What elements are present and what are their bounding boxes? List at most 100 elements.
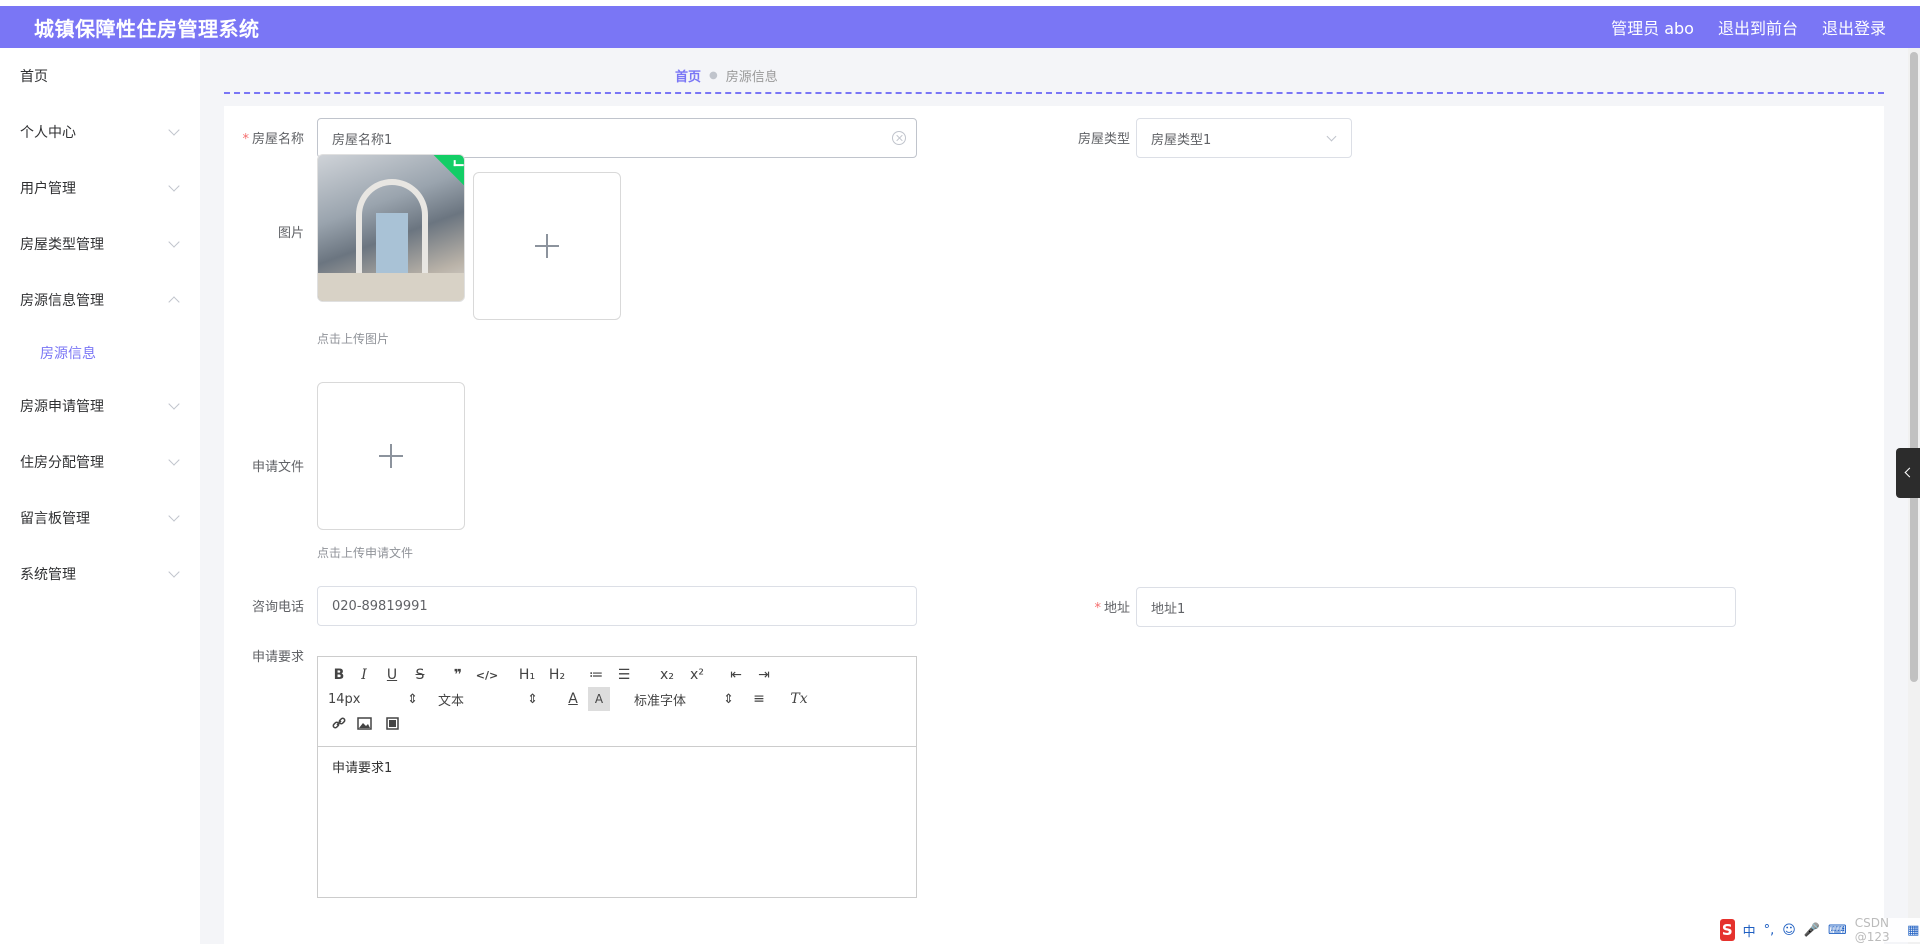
ime-language[interactable]: 中 (1743, 921, 1756, 940)
header-actions: 管理员 abo 退出到前台 退出登录 (1611, 15, 1886, 39)
font-family-select[interactable]: 标准字体 ⇕ (634, 687, 734, 711)
admin-username: 管理员 abo (1611, 19, 1694, 38)
sidebar-item-label: 用户管理 (20, 181, 76, 197)
apps-grid-icon[interactable]: ▦ (1907, 923, 1919, 938)
app-title: 城镇保障性住房管理系统 (34, 16, 260, 41)
phone-label: 咨询电话 (251, 600, 304, 615)
sidebar-item-label: 个人中心 (20, 125, 76, 141)
select-arrows-icon: ⇕ (527, 691, 538, 707)
background-color-button[interactable]: A (588, 687, 610, 711)
ime-punctuation[interactable]: °, (1764, 923, 1775, 938)
back-to-front-link[interactable]: 退出到前台 (1718, 15, 1798, 39)
address-label: * 地址 (1094, 601, 1130, 616)
emoji-icon[interactable]: ☺ (1782, 923, 1796, 938)
indent-button[interactable]: ⇥ (750, 663, 778, 687)
sidebar-item-label: 房屋类型管理 (20, 237, 104, 253)
sidebar-item-house-application-management[interactable]: 房源申请管理 (0, 378, 200, 434)
sidebar-item-house-info-management[interactable]: 房源信息管理 (0, 272, 200, 328)
file-label: 申请文件 (251, 460, 304, 475)
phone-value: 020-89819991 (332, 598, 428, 614)
subscript-button[interactable]: x₂ (652, 663, 682, 687)
sidebar-item-user-management[interactable]: 用户管理 (0, 160, 200, 216)
sidebar-item-system-management[interactable]: 系统管理 (0, 546, 200, 602)
main-content: 首页 ● 房源信息 * 房屋名称 房屋名称1 房屋类型 房屋类型1 图片 点击上传… (200, 48, 1920, 944)
uploaded-image-thumbnail[interactable] (317, 154, 465, 302)
italic-button[interactable]: I (350, 663, 378, 687)
page-scrollbar-thumb[interactable] (1910, 52, 1918, 682)
logout-link[interactable]: 退出登录 (1822, 15, 1886, 39)
microphone-icon[interactable]: 🎤 (1804, 923, 1820, 938)
house-info-form: * 房屋名称 房屋名称1 房屋类型 房屋类型1 图片 点击上传图片 申请文件 点击… (224, 106, 1884, 944)
text-format-value: 文本 (438, 693, 465, 709)
font-size-select[interactable]: 14px ⇕ (328, 687, 418, 711)
keyboard-icon[interactable]: ⌨ (1828, 923, 1847, 938)
rich-text-editor: B I U S ❞ </> H₁ H₂ ≔ ☰ x₂ x² ⇤ ⇥ 14px ⇕ (317, 656, 917, 898)
image-icon[interactable] (350, 711, 378, 735)
side-panel-toggle[interactable] (1896, 448, 1920, 498)
chevron-down-icon (168, 180, 180, 192)
chevron-down-icon (168, 398, 180, 410)
sidebar-item-home[interactable]: 首页 (0, 48, 200, 104)
watermark-text: CSDN @123 (1854, 916, 1890, 944)
sidebar-item-housing-allocation-management[interactable]: 住房分配管理 (0, 434, 200, 490)
breadcrumb-separator-icon: ● (709, 70, 718, 81)
align-button[interactable]: ≡ (744, 687, 774, 711)
chevron-down-icon (168, 566, 180, 578)
font-color-button[interactable]: A (558, 687, 588, 711)
phone-input[interactable]: 020-89819991 (317, 586, 917, 626)
address-value: 地址1 (1151, 601, 1186, 617)
clear-icon[interactable] (892, 131, 906, 145)
image-upload-button[interactable] (473, 172, 621, 320)
plus-icon (535, 234, 559, 258)
sidebar-item-personal-center[interactable]: 个人中心 (0, 104, 200, 160)
blockquote-button[interactable]: ❞ (444, 663, 472, 687)
text-format-select[interactable]: 文本 ⇕ (438, 687, 538, 711)
top-header: 城镇保障性住房管理系统 管理员 abo 退出到前台 退出登录 (0, 6, 1920, 48)
chevron-down-icon (1326, 131, 1337, 142)
bullet-list-button[interactable]: ☰ (610, 663, 638, 687)
sidebar-item-label: 住房分配管理 (20, 455, 104, 471)
code-block-button[interactable]: </> (472, 663, 502, 687)
sogou-logo-icon[interactable]: S (1720, 919, 1735, 941)
chevron-down-icon (168, 454, 180, 466)
house-name-input[interactable]: 房屋名称1 (317, 118, 917, 158)
outdent-button[interactable]: ⇤ (722, 663, 750, 687)
superscript-button[interactable]: x² (682, 663, 712, 687)
requirement-label: 申请要求 (251, 650, 304, 665)
chevron-up-icon (168, 296, 180, 308)
sidebar-subitem-house-info[interactable]: 房源信息 (0, 328, 200, 378)
file-upload-button[interactable] (317, 382, 465, 530)
strike-button[interactable]: S (406, 663, 434, 687)
house-type-label: 房屋类型 (1077, 132, 1130, 147)
upload-success-check-icon (432, 155, 464, 187)
link-icon[interactable] (328, 711, 350, 735)
address-input[interactable]: 地址1 (1136, 587, 1736, 627)
house-type-value: 房屋类型1 (1151, 132, 1212, 148)
header-1-button[interactable]: H₁ (512, 663, 542, 687)
header-2-button[interactable]: H₂ (542, 663, 572, 687)
video-icon[interactable] (378, 711, 406, 735)
toolbar-row-1: B I U S ❞ </> H₁ H₂ ≔ ☰ x₂ x² ⇤ ⇥ (328, 663, 906, 687)
ime-toolbar: S 中 °, ☺ 🎤 ⌨ CSDN @123 ▦ (1716, 916, 1920, 944)
underline-button[interactable]: U (378, 663, 406, 687)
sidebar-item-label: 房源申请管理 (20, 399, 104, 415)
editor-content[interactable]: 申请要求1 (318, 747, 916, 897)
chevron-down-icon (168, 124, 180, 136)
clear-format-button[interactable]: Tx (784, 687, 814, 711)
house-type-select[interactable]: 房屋类型1 (1136, 118, 1352, 158)
bold-button[interactable]: B (328, 663, 350, 687)
sidebar-item-label: 系统管理 (20, 567, 76, 583)
toolbar-row-2: 14px ⇕ 文本 ⇕ A A 标准字体 ⇕ ≡ Tx (328, 687, 906, 711)
ordered-list-button[interactable]: ≔ (582, 663, 610, 687)
image-upload-tip: 点击上传图片 (317, 332, 390, 346)
house-name-label: * 房屋名称 (242, 132, 304, 147)
chevron-down-icon (168, 236, 180, 248)
sidebar: 首页 个人中心 用户管理 房屋类型管理 房源信息管理 房源信息 房源申请管理 住… (0, 48, 200, 944)
select-arrows-icon: ⇕ (723, 691, 734, 707)
chevron-down-icon (168, 510, 180, 522)
sidebar-item-house-type-management[interactable]: 房屋类型管理 (0, 216, 200, 272)
breadcrumb-home[interactable]: 首页 (675, 66, 701, 85)
image-label: 图片 (277, 226, 304, 241)
sidebar-item-message-board-management[interactable]: 留言板管理 (0, 490, 200, 546)
editor-toolbar: B I U S ❞ </> H₁ H₂ ≔ ☰ x₂ x² ⇤ ⇥ 14px ⇕ (318, 657, 916, 747)
